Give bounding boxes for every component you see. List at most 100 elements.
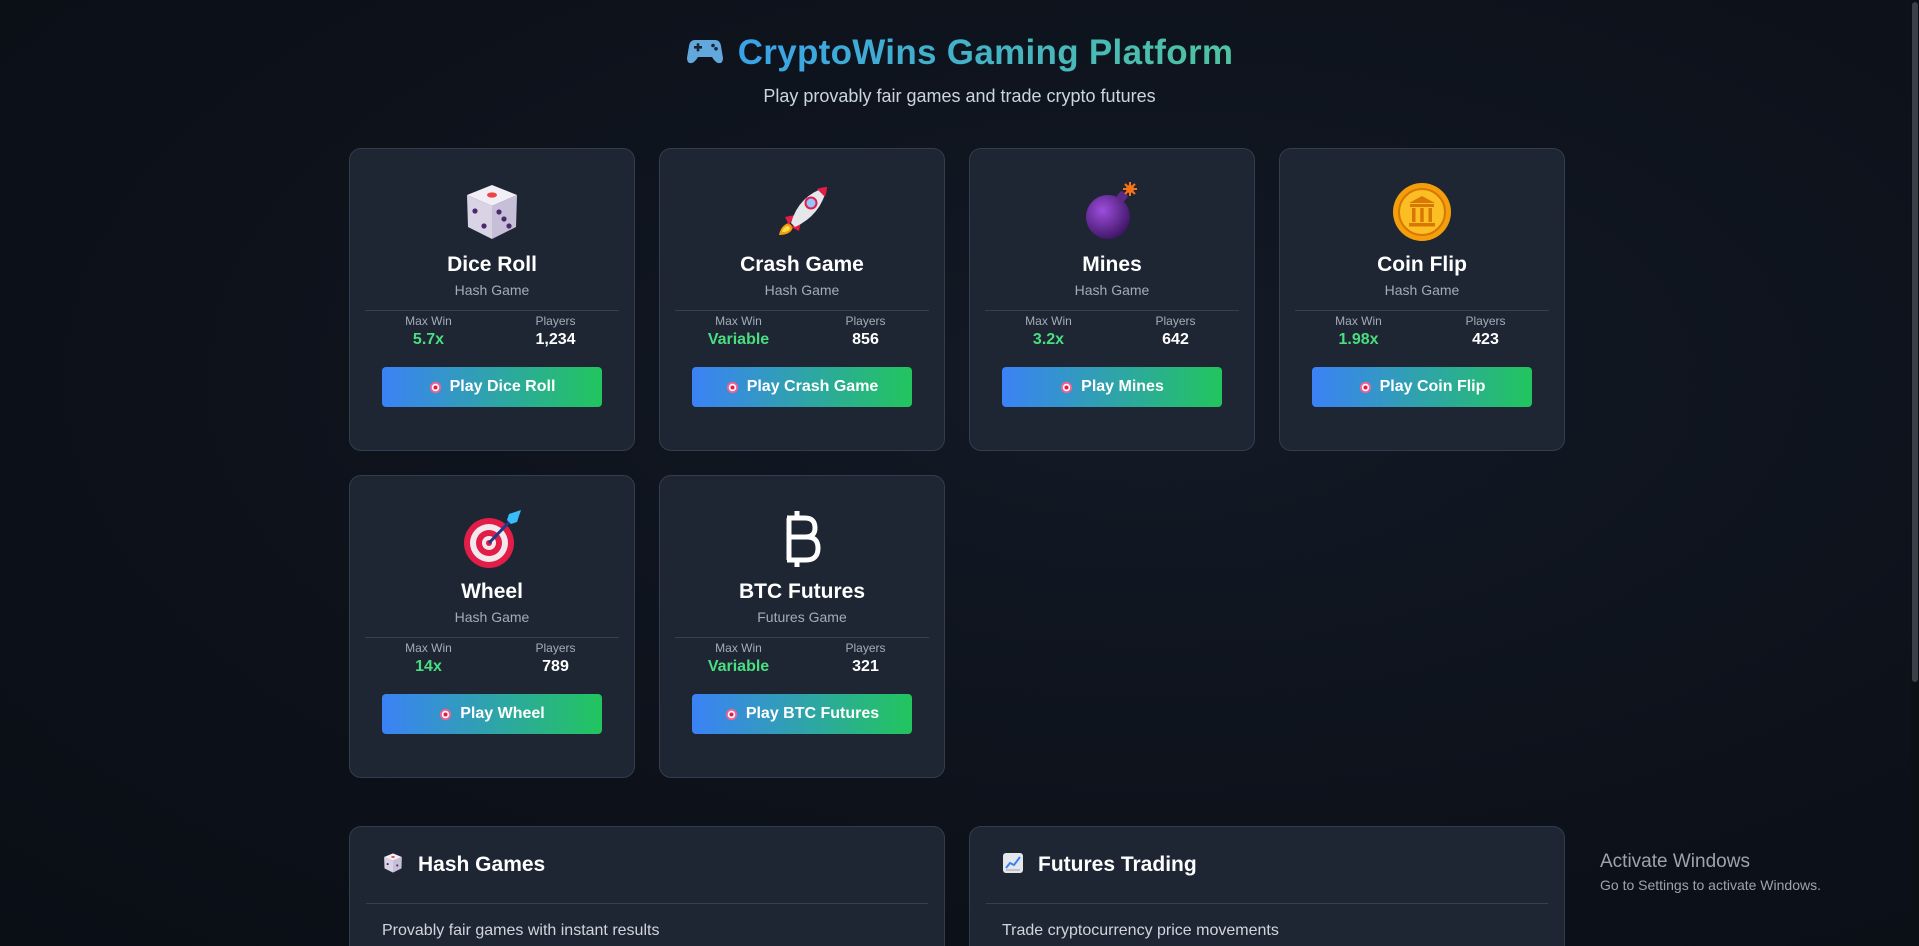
title-row: CryptoWins Gaming Platform <box>0 30 1919 76</box>
games-grid: Dice Roll Hash Game Max Win 5.7x Players… <box>349 148 1565 778</box>
players-label: Players <box>535 641 576 655</box>
hash-games-panel: Hash Games Provably fair games with inst… <box>349 826 945 946</box>
bomb-icon <box>1081 181 1143 243</box>
players-value: 1,234 <box>535 331 576 348</box>
game-card-mines: Mines Hash Game Max Win 3.2x Players 642… <box>969 148 1255 451</box>
players-stat: Players 856 <box>806 314 926 349</box>
button-label: Play Coin Flip <box>1379 378 1486 395</box>
max-win-stat: Max Win 14x <box>369 641 489 676</box>
max-win-stat: Max Win 5.7x <box>369 314 489 349</box>
max-win-label: Max Win <box>405 641 452 655</box>
info-panels: Hash Games Provably fair games with inst… <box>349 826 1565 946</box>
game-stats: Max Win Variable Players 856 <box>675 314 929 349</box>
game-card-coin-flip: Coin Flip Hash Game Max Win 1.98x Player… <box>1279 148 1565 451</box>
players-stat: Players 1,234 <box>496 314 616 349</box>
page-subtitle: Play provably fair games and trade crypt… <box>763 86 1156 106</box>
game-stats: Max Win 3.2x Players 642 <box>985 314 1239 349</box>
game-card-crash-game: Crash Game Hash Game Max Win Variable Pl… <box>659 148 945 451</box>
players-label: Players <box>845 314 886 328</box>
chart-up-icon <box>1002 852 1024 879</box>
button-label: Play Wheel <box>460 705 545 722</box>
players-label: Players <box>1465 314 1506 328</box>
target-icon <box>440 708 452 720</box>
page-header: CryptoWins Gaming Platform Play provably… <box>0 30 1919 107</box>
page-title: CryptoWins Gaming Platform <box>737 33 1234 72</box>
max-win-label: Max Win <box>1025 314 1072 328</box>
watermark-title: Activate Windows <box>1600 851 1750 872</box>
bitcoin-icon <box>771 508 833 570</box>
max-win-value: 5.7x <box>412 331 445 348</box>
button-label: Play Crash Game <box>746 378 879 395</box>
button-label: Play Dice Roll <box>449 378 556 395</box>
game-stats: Max Win Variable Players 321 <box>675 641 929 676</box>
target-icon <box>461 508 523 570</box>
max-win-label: Max Win <box>715 314 762 328</box>
game-name: Coin Flip <box>1377 253 1467 276</box>
players-stat: Players 423 <box>1426 314 1546 349</box>
game-name: Crash Game <box>740 253 864 276</box>
players-stat: Players 321 <box>806 641 926 676</box>
game-type: Hash Game <box>1384 282 1460 298</box>
game-name: Dice Roll <box>447 253 537 276</box>
divider <box>365 310 619 311</box>
divider <box>985 310 1239 311</box>
players-label: Players <box>535 314 576 328</box>
panel-description: Trade cryptocurrency price movements <box>1002 922 1279 939</box>
game-type: Hash Game <box>454 282 530 298</box>
game-stats: Max Win 1.98x Players 423 <box>1295 314 1549 349</box>
play-dice-roll-button[interactable]: Play Dice Roll <box>382 367 602 407</box>
game-type: Hash Game <box>764 282 840 298</box>
players-stat: Players 642 <box>1116 314 1236 349</box>
play-btc-futures-button[interactable]: Play BTC Futures <box>692 694 912 734</box>
play-mines-button[interactable]: Play Mines <box>1002 367 1222 407</box>
max-win-value: Variable <box>707 331 770 348</box>
players-label: Players <box>845 641 886 655</box>
play-wheel-button[interactable]: Play Wheel <box>382 694 602 734</box>
target-icon <box>726 381 738 393</box>
max-win-label: Max Win <box>715 641 762 655</box>
target-icon <box>429 381 441 393</box>
target-icon <box>725 708 737 720</box>
players-value: 789 <box>542 658 569 675</box>
divider <box>675 310 929 311</box>
max-win-value: 1.98x <box>1338 331 1379 348</box>
target-icon <box>1061 381 1073 393</box>
page-scrollbar[interactable] <box>1911 0 1919 946</box>
players-stat: Players 789 <box>496 641 616 676</box>
panel-header: Futures Trading <box>986 827 1548 904</box>
max-win-value: 3.2x <box>1032 331 1065 348</box>
game-type: Futures Game <box>757 609 847 625</box>
max-win-value: Variable <box>707 658 770 675</box>
max-win-value: 14x <box>415 658 442 675</box>
players-value: 642 <box>1162 331 1189 348</box>
dice-icon <box>461 181 523 243</box>
max-win-stat: Max Win 3.2x <box>989 314 1109 349</box>
watermark-subtitle: Go to Settings to activate Windows. <box>1600 877 1821 893</box>
players-value: 321 <box>852 658 879 675</box>
gamepad-icon <box>686 36 724 71</box>
play-coin-flip-button[interactable]: Play Coin Flip <box>1312 367 1532 407</box>
divider <box>365 637 619 638</box>
dice-icon <box>382 852 404 879</box>
game-name: Wheel <box>461 580 523 603</box>
panel-header: Hash Games <box>366 827 928 904</box>
divider <box>675 637 929 638</box>
panel-description: Provably fair games with instant results <box>382 922 660 939</box>
game-name: BTC Futures <box>739 580 865 603</box>
play-crash-game-button[interactable]: Play Crash Game <box>692 367 912 407</box>
panel-title: Futures Trading <box>1038 853 1197 876</box>
panel-title: Hash Games <box>418 853 546 876</box>
windows-activation-watermark: Activate Windows Go to Settings to activ… <box>1600 851 1821 893</box>
button-label: Play Mines <box>1081 378 1164 395</box>
futures-trading-panel: Futures Trading Trade cryptocurrency pri… <box>969 826 1565 946</box>
players-value: 423 <box>1472 331 1499 348</box>
game-type: Hash Game <box>454 609 530 625</box>
players-label: Players <box>1155 314 1196 328</box>
game-name: Mines <box>1082 253 1142 276</box>
game-type: Hash Game <box>1074 282 1150 298</box>
game-card-btc-futures: BTC Futures Futures Game Max Win Variabl… <box>659 475 945 778</box>
rocket-icon <box>771 181 833 243</box>
max-win-stat: Max Win 1.98x <box>1299 314 1419 349</box>
game-card-dice-roll: Dice Roll Hash Game Max Win 5.7x Players… <box>349 148 635 451</box>
divider <box>1295 310 1549 311</box>
